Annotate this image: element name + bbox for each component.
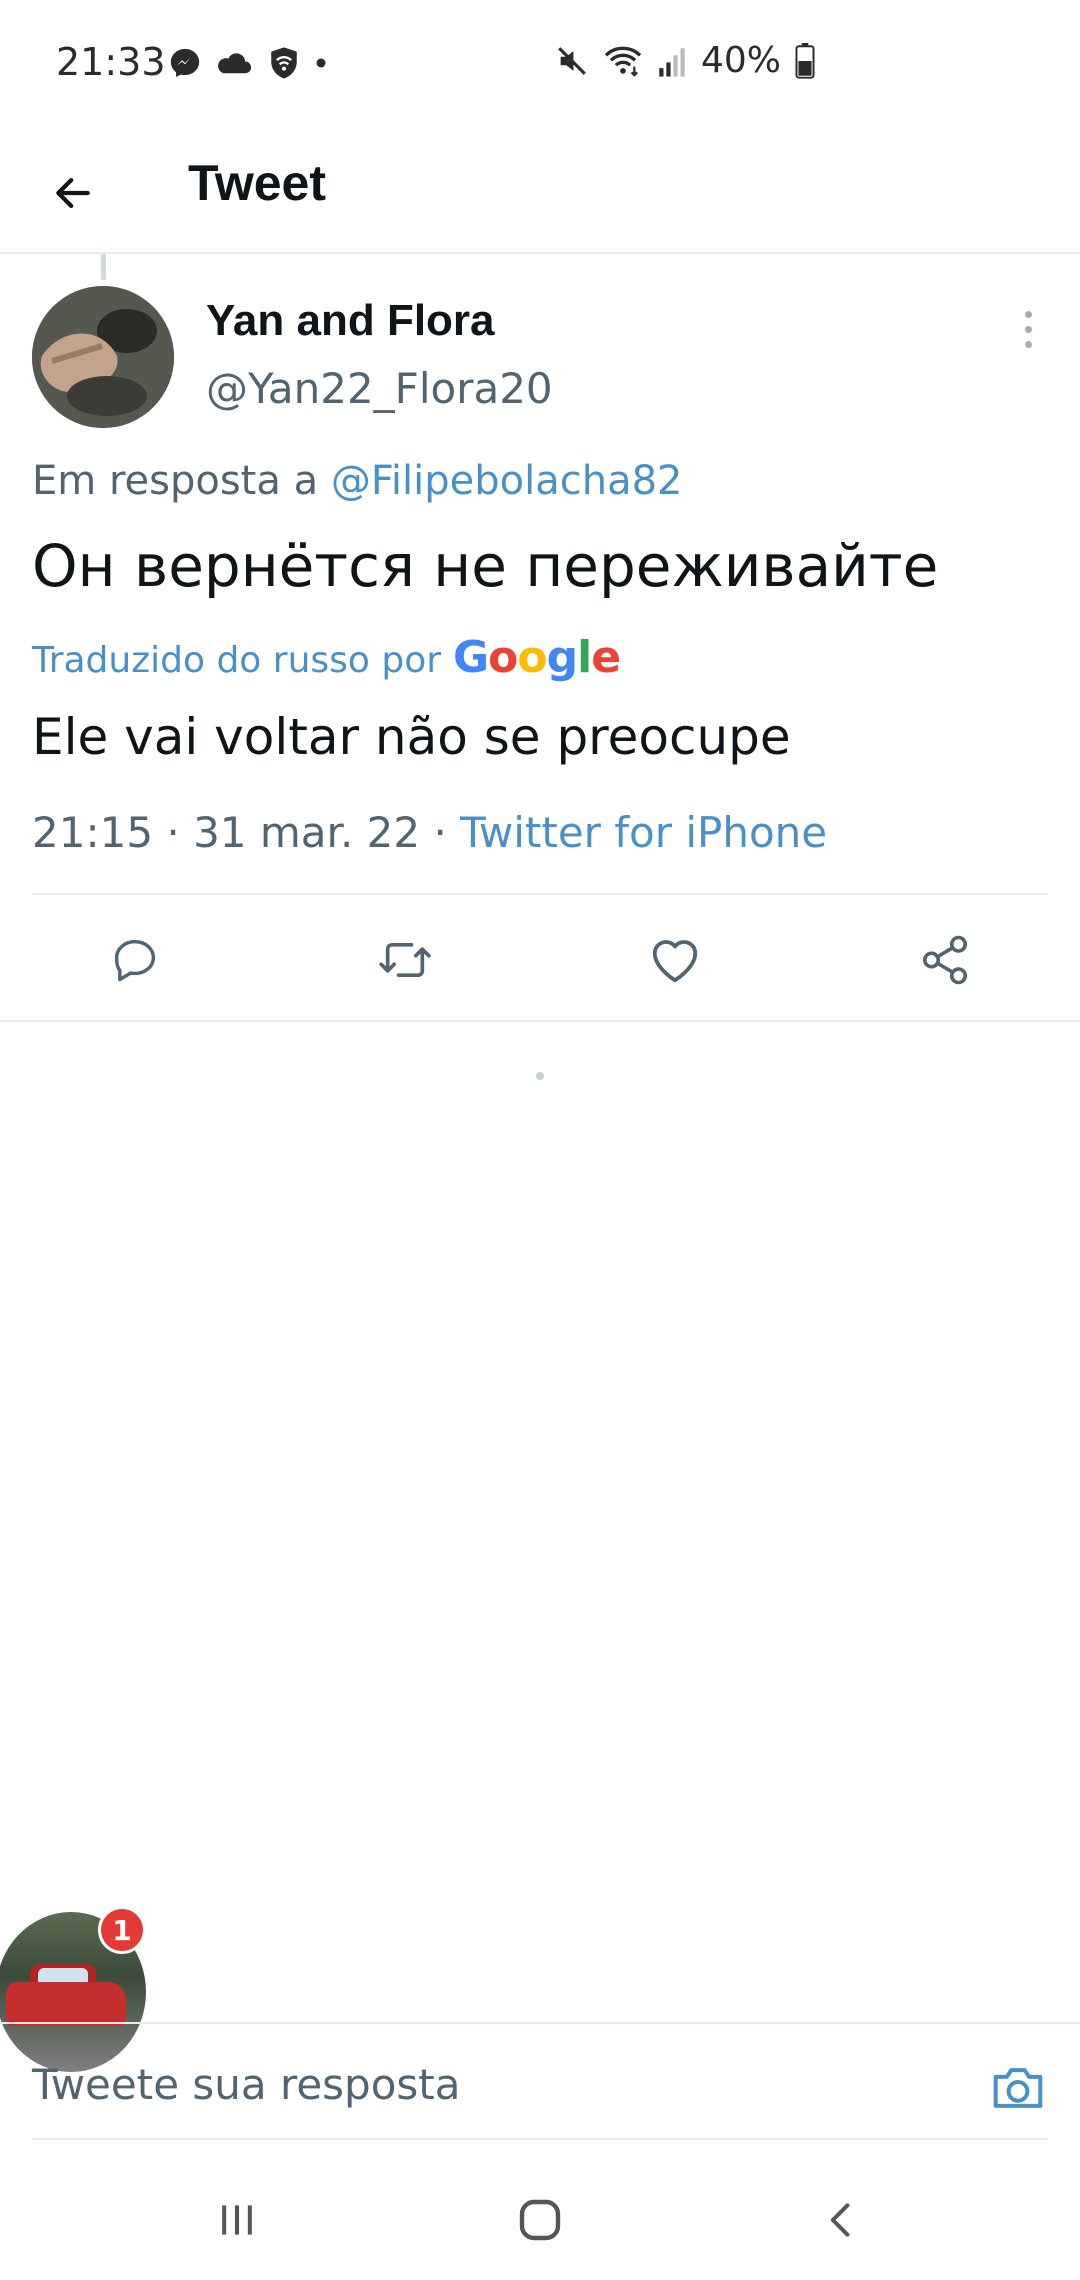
loading-indicator: [536, 1072, 544, 1080]
shield-icon: [271, 47, 297, 79]
like-icon: [652, 940, 698, 983]
chevron-left-icon: [830, 2203, 850, 2237]
more-dot: [1024, 340, 1032, 348]
composer-divider: [0, 2022, 1080, 2024]
author-avatar[interactable]: [32, 286, 174, 428]
mute-icon: [558, 46, 586, 75]
back-arrow-icon: [56, 178, 90, 208]
status-right: 40%: [555, 40, 815, 81]
app-header: Tweet: [0, 130, 1080, 254]
page-title: Tweet: [188, 155, 326, 211]
system-nav-bar: [0, 2160, 1080, 2280]
share-icon: [922, 935, 968, 985]
recent-apps-button[interactable]: [197, 2180, 277, 2260]
share-button[interactable]: [905, 920, 985, 1000]
messenger-icon: [170, 48, 200, 78]
more-dot: [1024, 325, 1032, 333]
retweet-button[interactable]: [365, 920, 445, 1000]
reply-input[interactable]: Tweete sua resposta: [32, 2060, 932, 2109]
tweet-meta: 21:15 · 31 mar. 22 · Twitter for iPhone: [32, 808, 827, 857]
battery-icon: [795, 42, 815, 79]
divider: [32, 893, 1048, 895]
more-options-button[interactable]: [1008, 304, 1048, 354]
reply-context: Em resposta a @Filipebolacha82: [32, 458, 683, 504]
like-button[interactable]: [635, 920, 715, 1000]
camera-button[interactable]: [986, 2058, 1050, 2118]
camera-icon: [993, 2068, 1043, 2108]
car-image-part: [6, 1982, 126, 2026]
translated-text: Ele vai voltar não se preocupe: [32, 708, 791, 766]
composer-divider: [32, 2138, 1048, 2140]
status-left-icons: [168, 46, 328, 80]
reply-icon: [114, 939, 156, 982]
reply-prefix: Em resposta a: [32, 458, 319, 504]
author-handle[interactable]: @Yan22_Flora20: [206, 364, 553, 413]
back-button[interactable]: [40, 160, 106, 226]
home-icon: [519, 2199, 561, 2241]
wifi-icon: [604, 46, 642, 77]
battery-percent: 40%: [700, 40, 781, 81]
google-logo: Google: [453, 632, 621, 683]
divider: [0, 1020, 1080, 1022]
author-name[interactable]: Yan and Flora: [206, 296, 495, 346]
system-back-button[interactable]: [802, 2180, 882, 2260]
dot-icon: [316, 58, 326, 68]
signal-icon: [659, 47, 685, 77]
tweet-source-link[interactable]: Twitter for iPhone: [460, 808, 827, 857]
thread-connector: [101, 254, 106, 280]
reply-mention-link[interactable]: @Filipebolacha82: [331, 458, 683, 504]
status-time: 21:33: [56, 40, 166, 84]
recent-apps-icon: [222, 2205, 252, 2235]
translated-label: Traduzido do russo por: [32, 640, 442, 681]
home-button[interactable]: [500, 2180, 580, 2260]
reply-button[interactable]: [95, 920, 175, 1000]
notification-badge: 1: [98, 1906, 146, 1954]
retweet-icon: [379, 942, 431, 978]
status-bar: 21:33 40%: [0, 0, 1080, 130]
tweet-actions: [0, 920, 1080, 1000]
tweet-timestamp: 21:15 · 31 mar. 22 ·: [32, 808, 461, 857]
avatar-image: [32, 286, 174, 428]
tweet-text: Он вернётся не переживайте: [32, 532, 939, 600]
translation-attribution[interactable]: Traduzido do russo por Google: [32, 632, 621, 683]
more-dot: [1024, 310, 1032, 318]
cloud-icon: [218, 53, 252, 74]
